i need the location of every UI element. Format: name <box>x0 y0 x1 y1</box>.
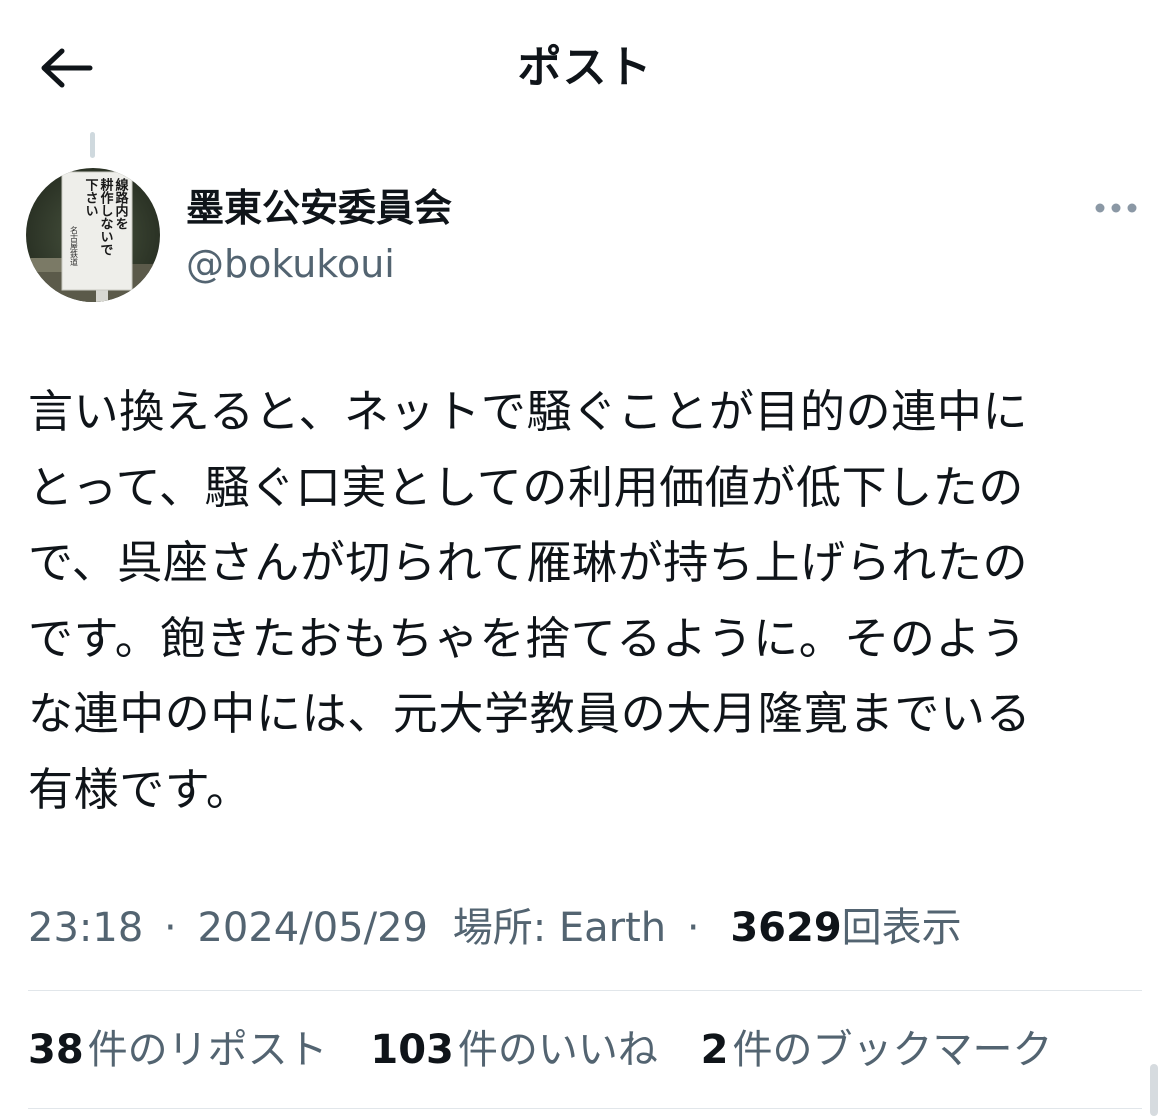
tweet-text-line: とって、騒ぐ口実としての利用価値が低下したの <box>28 460 1025 514</box>
svg-text:下さい: 下さい <box>83 178 99 217</box>
likes-label: 件のいいね <box>457 1027 658 1073</box>
bookmarks-label: 件のブックマーク <box>732 1027 1053 1073</box>
scrollbar-thumb[interactable] <box>1150 1064 1158 1116</box>
reposts-count: 38 <box>28 1027 84 1073</box>
svg-text:名古屋鉄道: 名古屋鉄道 <box>70 225 79 267</box>
more-horizontal-icon <box>1095 203 1137 213</box>
tweet-text-line: 言い換えると、ネットで騒ぐことが目的の連中に <box>28 385 1029 438</box>
tweet-text-line: です。飽きたおもちゃを捨てるように。そのよう <box>28 611 1027 665</box>
svg-text:線路内を: 線路内を <box>113 177 129 230</box>
reposts-label: 件のリポスト <box>87 1027 328 1073</box>
bookmarks-stat[interactable]: 2 件のブックマーク <box>701 1018 1053 1082</box>
likes-count: 103 <box>370 1027 454 1073</box>
bookmarks-count: 2 <box>700 1027 729 1073</box>
tweet-metadata: 23:18 · 2024/05/29 場所: Earth · 3629回表示 <box>28 898 962 958</box>
tweet-text: 言い換えると、ネットで騒ぐことが目的の連中に とって、騒ぐ口実としての利用価値が… <box>28 374 1108 827</box>
author-display-name[interactable]: 墨東公安委員会 <box>186 182 452 234</box>
tweet-time[interactable]: 23:18 <box>28 905 143 951</box>
avatar[interactable]: 線路内を 耕作しないで 下さい 名古屋鉄道 <box>26 168 160 302</box>
top-bar: ポスト <box>20 0 1150 132</box>
svg-text:耕作しないで: 耕作しないで <box>98 177 114 256</box>
engagement-stats: 38 件のリポスト 103 件のいいね 2 件のブックマーク <box>28 1018 1082 1082</box>
meta-separator: · <box>686 905 700 951</box>
tweet-text-line: な連中の中には、元大学教員の大月隆寛までいる <box>28 687 1032 740</box>
tweet-date[interactable]: 2024/05/29 <box>197 905 428 951</box>
divider <box>28 1108 1142 1109</box>
likes-stat[interactable]: 103 件のいいね <box>370 1018 658 1082</box>
tweet-text-line: 有様です。 <box>28 762 252 816</box>
more-options-button[interactable] <box>1084 188 1148 228</box>
author-handle[interactable]: @bokukoui <box>186 238 395 290</box>
tweet-location: 場所: Earth <box>452 905 667 951</box>
views-count[interactable]: 3629 <box>730 905 841 951</box>
divider <box>28 990 1142 991</box>
thread-connector-line <box>90 132 95 158</box>
page-title: ポスト <box>517 42 653 93</box>
meta-separator: · <box>164 905 177 951</box>
views-label: 回表示 <box>841 905 962 951</box>
tweet-text-line: で、呉座さんが切られて雁琳が持ち上げられたの <box>28 536 1029 589</box>
reposts-stat[interactable]: 38 件のリポスト <box>28 1018 328 1082</box>
